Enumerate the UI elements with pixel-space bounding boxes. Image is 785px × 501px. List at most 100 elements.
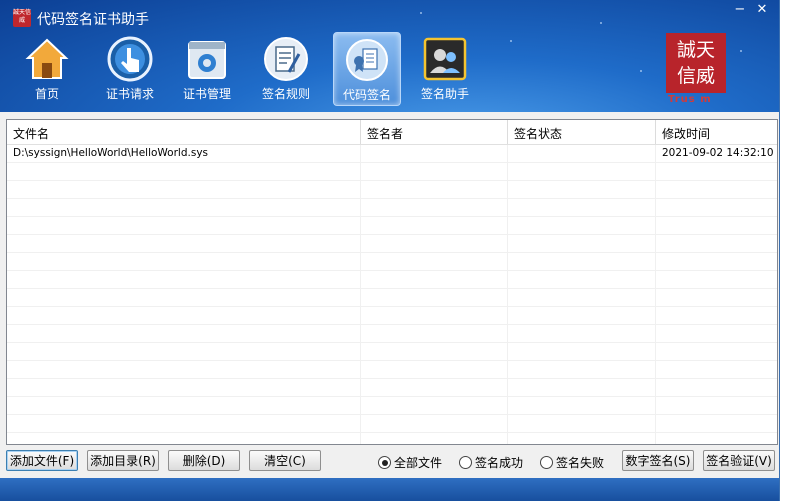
empty-cell (7, 163, 361, 180)
empty-cell (508, 271, 656, 288)
empty-cell (656, 379, 775, 396)
filter-success-radio[interactable]: 签名成功 (459, 454, 523, 471)
empty-row (7, 163, 777, 181)
cell-status (508, 145, 656, 162)
add-directory-button[interactable]: 添加目录(R) (87, 450, 159, 471)
empty-cell (7, 253, 361, 270)
empty-row (7, 217, 777, 235)
empty-cell (656, 433, 775, 444)
empty-cell (7, 235, 361, 252)
empty-cell (656, 325, 775, 342)
empty-cell (508, 235, 656, 252)
list-header: 文件名 签名者 签名状态 修改时间 (7, 120, 777, 145)
filter-all-radio[interactable]: 全部文件 (378, 454, 442, 471)
empty-cell (508, 343, 656, 360)
cell-filename: D:\syssign\HelloWorld\HelloWorld.sys (7, 145, 361, 162)
filter-fail-radio[interactable]: 签名失败 (540, 454, 604, 471)
empty-cell (361, 163, 508, 180)
column-header-filename[interactable]: 文件名 (7, 120, 361, 144)
empty-cell (508, 397, 656, 414)
gear-box-icon (184, 36, 230, 82)
empty-cell (656, 361, 775, 378)
empty-row (7, 235, 777, 253)
empty-row (7, 325, 777, 343)
file-list[interactable]: 文件名 签名者 签名状态 修改时间 D:\syssign\HelloWorld\… (6, 119, 778, 445)
empty-row (7, 379, 777, 397)
empty-cell (508, 361, 656, 378)
users-icon (422, 36, 468, 82)
certificate-icon (344, 37, 390, 83)
empty-cell (508, 379, 656, 396)
empty-cell (656, 163, 775, 180)
empty-row (7, 181, 777, 199)
bottom-bar: 添加文件(F) 添加目录(R) 删除(D) 清空(C) 全部文件 签名成功 签名… (0, 446, 779, 476)
empty-cell (7, 397, 361, 414)
column-header-signer[interactable]: 签名者 (361, 120, 508, 144)
column-header-modified[interactable]: 修改时间 (656, 120, 775, 144)
empty-cell (7, 181, 361, 198)
empty-cell (361, 253, 508, 270)
empty-cell (361, 361, 508, 378)
header-banner: 誠天信威 代码签名证书助手 − ✕ 首页 证书请求 证书管理 签名规则 代码签名… (0, 0, 779, 112)
empty-cell (7, 271, 361, 288)
empty-cell (361, 307, 508, 324)
empty-cell (656, 307, 775, 324)
cell-signer (361, 145, 508, 162)
empty-cell (361, 343, 508, 360)
empty-cell (361, 379, 508, 396)
empty-row (7, 343, 777, 361)
empty-cell (7, 199, 361, 216)
empty-cell (508, 325, 656, 342)
clear-button[interactable]: 清空(C) (249, 450, 321, 471)
empty-cell (7, 415, 361, 432)
empty-cell (361, 289, 508, 306)
verify-signature-button[interactable]: 签名验证(V) (703, 450, 775, 471)
column-header-status[interactable]: 签名状态 (508, 120, 656, 144)
radio-empty-icon (540, 456, 553, 469)
empty-cell (361, 397, 508, 414)
main-toolbar: 首页 证书请求 证书管理 签名规则 代码签名 签名助手 (0, 32, 560, 108)
empty-cell (656, 397, 775, 414)
empty-cell (656, 253, 775, 270)
empty-row (7, 253, 777, 271)
empty-row (7, 199, 777, 217)
toolbar-home[interactable]: 首页 (14, 32, 80, 104)
radio-selected-icon (378, 456, 391, 469)
close-icon[interactable]: ✕ (753, 2, 771, 17)
minimize-icon[interactable]: − (731, 2, 749, 17)
empty-cell (656, 289, 775, 306)
empty-cell (7, 379, 361, 396)
empty-cell (508, 181, 656, 198)
empty-rows (7, 163, 777, 444)
main-window: 誠天信威 代码签名证书助手 − ✕ 首页 证书请求 证书管理 签名规则 代码签名… (0, 0, 780, 501)
empty-cell (508, 163, 656, 180)
empty-cell (656, 235, 775, 252)
empty-row (7, 361, 777, 379)
empty-cell (656, 199, 775, 216)
empty-cell (7, 343, 361, 360)
empty-cell (7, 217, 361, 234)
toolbar-sign-assistant[interactable]: 签名助手 (412, 32, 478, 104)
radio-empty-icon (459, 456, 472, 469)
empty-cell (508, 307, 656, 324)
empty-cell (508, 433, 656, 444)
status-bar (0, 478, 779, 501)
toolbar-cert-request[interactable]: 证书请求 (97, 32, 163, 104)
empty-cell (361, 415, 508, 432)
empty-row (7, 271, 777, 289)
empty-cell (508, 217, 656, 234)
brand-logo-subtitle: Trus m (668, 94, 712, 105)
empty-cell (7, 307, 361, 324)
empty-cell (361, 433, 508, 444)
add-file-button[interactable]: 添加文件(F) (6, 450, 78, 471)
toolbar-cert-manage[interactable]: 证书管理 (174, 32, 240, 104)
toolbar-sign-rules[interactable]: 签名规则 (253, 32, 319, 104)
table-row[interactable]: D:\syssign\HelloWorld\HelloWorld.sys 202… (7, 145, 777, 163)
toolbar-code-sign[interactable]: 代码签名 (333, 32, 401, 106)
home-icon (24, 36, 70, 82)
empty-cell (508, 415, 656, 432)
delete-button[interactable]: 删除(D) (168, 450, 240, 471)
empty-cell (361, 199, 508, 216)
digital-sign-button[interactable]: 数字签名(S) (622, 450, 694, 471)
empty-cell (508, 199, 656, 216)
